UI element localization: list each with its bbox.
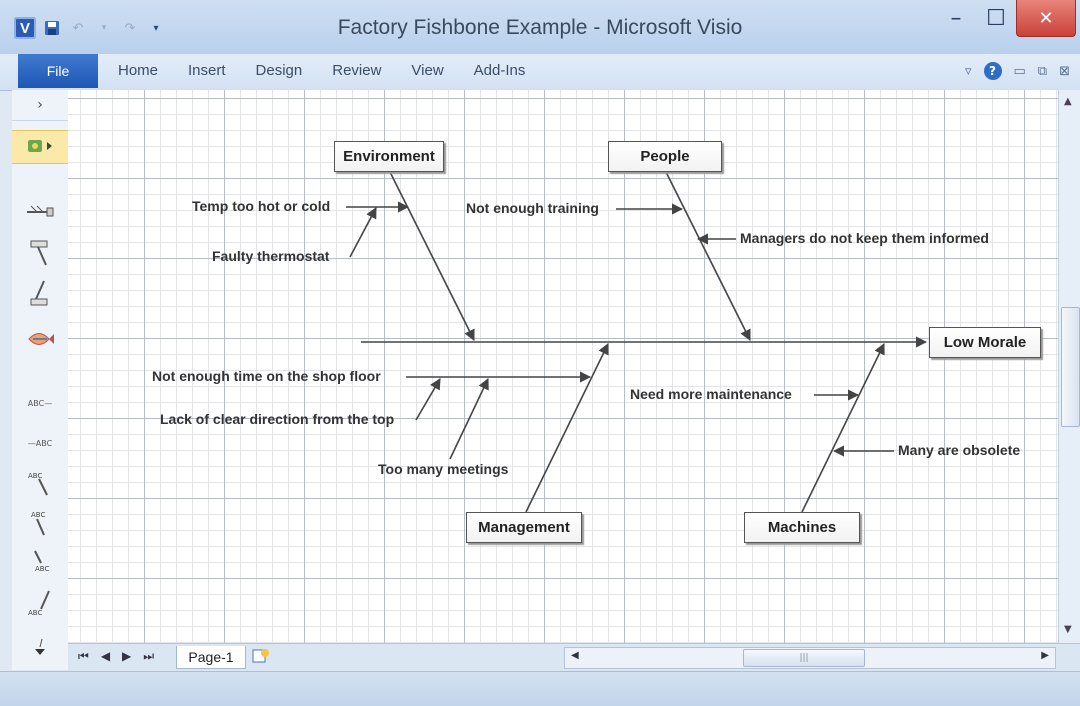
category-environment[interactable]: Environment — [334, 141, 444, 172]
ribbon: File Home Insert Design Review View Add-… — [0, 54, 1080, 91]
horizontal-scroll-thumb[interactable]: ||| — [743, 649, 865, 667]
category-bottom-shape-icon[interactable] — [18, 278, 62, 308]
window-controls: – ☐ ✕ — [936, 0, 1076, 37]
svg-text:ABC: ABC — [28, 609, 42, 617]
collapse-ribbon-icon[interactable]: ▿ — [965, 64, 972, 79]
cause-temp[interactable]: Temp too hot or cold — [192, 198, 330, 214]
scroll-left-icon[interactable]: ◀ — [571, 650, 579, 661]
close-button[interactable]: ✕ — [1016, 0, 1076, 37]
minimize-button[interactable]: – — [936, 0, 976, 36]
cause-training[interactable]: Not enough training — [466, 200, 599, 216]
cause-direction[interactable]: Lack of clear direction from the top — [160, 411, 394, 427]
maximize-button[interactable]: ☐ — [976, 0, 1016, 36]
secondary-cause-1-icon[interactable]: ABC — [18, 468, 62, 498]
scroll-up-icon[interactable]: ▲ — [1064, 96, 1072, 107]
bone-machines — [801, 342, 885, 513]
stencil-icon[interactable] — [18, 131, 62, 161]
category-management[interactable]: Management — [466, 512, 582, 543]
first-page-icon[interactable]: ⏮ — [78, 649, 89, 664]
cause-thermostat[interactable]: Faulty thermostat — [212, 248, 329, 264]
page-tab[interactable]: Page-1 — [176, 646, 246, 669]
cause-maintenance[interactable]: Need more maintenance — [630, 386, 792, 402]
fish-frame-shape-icon[interactable] — [18, 324, 62, 354]
fishbone-shape-icon[interactable] — [18, 195, 62, 225]
effect-low-morale[interactable]: Low Morale — [929, 327, 1041, 358]
tab-add-ins[interactable]: Add-Ins — [474, 62, 526, 79]
vertical-scroll-thumb[interactable] — [1061, 307, 1080, 427]
next-page-icon[interactable]: ▶ — [122, 649, 131, 664]
tab-design[interactable]: Design — [256, 62, 303, 79]
svg-text:ABC: ABC — [31, 511, 45, 519]
primary-cause-right-icon[interactable]: ABC— — [18, 388, 62, 418]
cause-managers[interactable]: Managers do not keep them informed — [740, 230, 989, 246]
bone-people — [665, 171, 751, 342]
drawing-canvas[interactable]: Environment People Management Machines L… — [68, 90, 1058, 643]
expand-shapes-icon[interactable]: › — [12, 90, 68, 121]
tab-review[interactable]: Review — [332, 62, 381, 79]
fishbone-lines — [346, 171, 928, 513]
arrow-thermostat — [349, 207, 377, 258]
svg-text:ABC: ABC — [28, 472, 42, 480]
title-bar: V ↶ ▾ ↷ ▾ Factory Fishbone Example - Mic… — [0, 0, 1080, 54]
cause-shop-floor[interactable]: Not enough time on the shop floor — [152, 368, 381, 384]
more-shapes-icon[interactable] — [18, 632, 62, 662]
file-tab[interactable]: File — [18, 54, 98, 88]
category-top-shape-icon[interactable] — [18, 238, 62, 268]
bone-environment — [389, 171, 475, 342]
secondary-cause-4-icon[interactable]: ABC — [18, 588, 62, 618]
tab-view[interactable]: View — [411, 62, 443, 79]
arrow-direction — [415, 378, 441, 421]
category-people[interactable]: People — [608, 141, 722, 172]
horizontal-scrollbar[interactable]: ◀ ||| ▶ — [564, 647, 1056, 669]
help-icon[interactable]: ? — [983, 62, 1002, 80]
arrow-meetings — [449, 377, 489, 460]
tab-insert[interactable]: Insert — [188, 62, 226, 79]
window-title: Factory Fishbone Example - Microsoft Vis… — [337, 16, 743, 39]
status-bar — [0, 671, 1080, 706]
last-page-icon[interactable]: ⏭ — [143, 649, 154, 664]
doc-close-icon[interactable]: ⊠ — [1059, 64, 1070, 79]
insert-page-icon[interactable] — [250, 648, 276, 666]
page-navigation: ⏮ ◀ ▶ ⏭ — [78, 649, 154, 664]
cause-meetings[interactable]: Too many meetings — [378, 461, 508, 477]
svg-text:ABC: ABC — [35, 565, 49, 573]
doc-restore-icon[interactable]: ⧉ — [1038, 64, 1047, 79]
tab-home[interactable]: Home — [118, 62, 158, 79]
secondary-cause-3-icon[interactable]: ABC — [18, 548, 62, 578]
shapes-panel: › ABC— —ABC ABC ABC ABC ABC — [12, 90, 69, 670]
cause-obsolete[interactable]: Many are obsolete — [898, 442, 1020, 458]
vertical-scrollbar[interactable]: ▲ ▼ — [1058, 90, 1080, 643]
page-tab-bar: ⏮ ◀ ▶ ⏭ Page-1 ◀ ||| ▶ — [68, 643, 1080, 672]
ribbon-tabs: Home Insert Design Review View Add-Ins — [118, 62, 555, 79]
secondary-cause-2-icon[interactable]: ABC — [18, 508, 62, 538]
previous-page-icon[interactable]: ◀ — [101, 649, 110, 664]
scroll-right-icon[interactable]: ▶ — [1041, 650, 1049, 661]
ribbon-right-controls: ▿ ? ▭ ⧉ ⊠ — [965, 62, 1070, 80]
bone-management — [525, 342, 609, 513]
doc-minimize-icon[interactable]: ▭ — [1014, 64, 1026, 79]
primary-cause-left-icon[interactable]: —ABC — [18, 428, 62, 458]
category-machines[interactable]: Machines — [744, 512, 860, 543]
scroll-down-icon[interactable]: ▼ — [1064, 624, 1072, 635]
